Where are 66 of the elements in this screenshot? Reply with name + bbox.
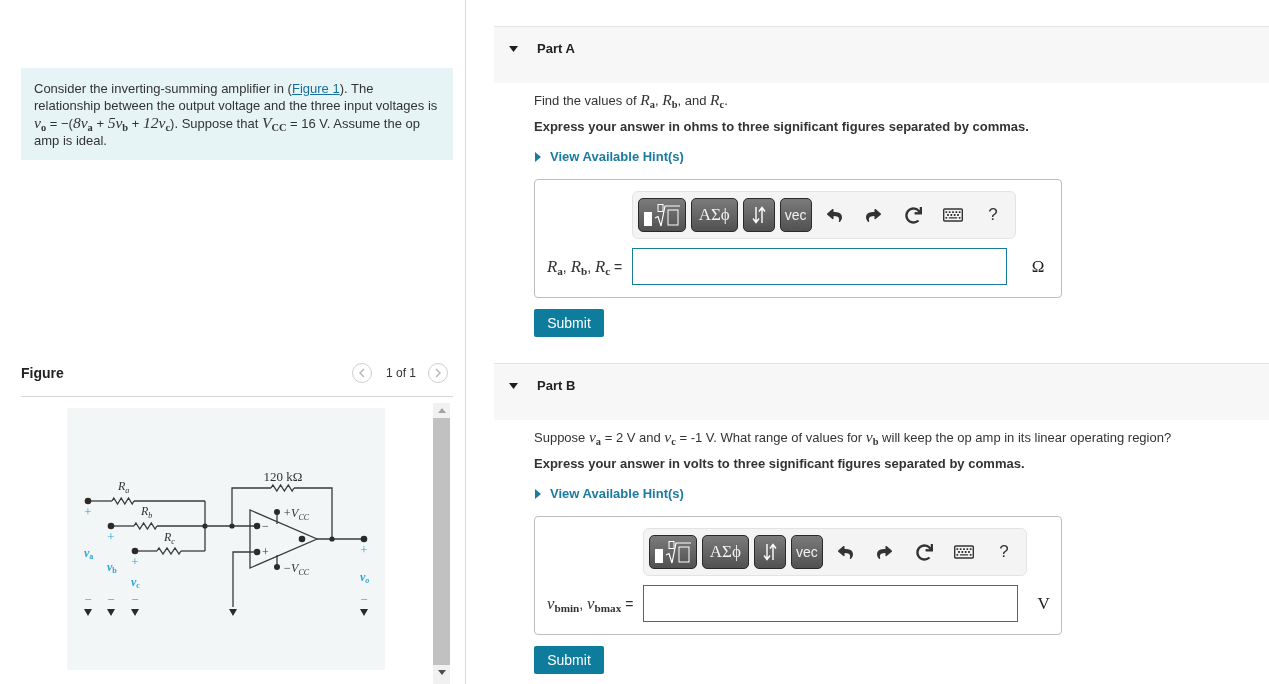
voltage-label: v$_{c}$ (131, 575, 140, 590)
templates-button[interactable] (649, 535, 697, 569)
pin-sign: + (262, 545, 269, 559)
supply-label: −V$_{CC}$ (283, 561, 310, 577)
resistor-label: R$_{b}$ (141, 504, 153, 520)
resistor-label: R$_{a}$ (118, 479, 130, 495)
polarity-sign: + (360, 542, 368, 557)
keyboard-icon (943, 205, 964, 225)
up-down-arrows-icon (751, 206, 766, 224)
scroll-down-icon (437, 670, 446, 675)
voltage-label: v$_{a}$ (84, 546, 94, 561)
pin-sign: − (262, 519, 269, 533)
undo-icon (837, 544, 853, 560)
chevron-left-icon (358, 368, 365, 378)
arrows-button[interactable] (742, 198, 775, 232)
hint-link[interactable]: View Available Hint(s) (534, 148, 684, 166)
polarity-sign: + (107, 529, 115, 544)
refresh-icon (904, 206, 922, 224)
polarity-sign: + (84, 504, 92, 519)
vector-button[interactable]: vec (790, 535, 823, 569)
part-header[interactable]: Part B (494, 363, 1269, 420)
refresh-icon (916, 543, 934, 561)
chevron-right-icon (435, 368, 441, 378)
vector-button[interactable]: vec (779, 198, 812, 232)
unit-label: V (1036, 593, 1051, 614)
redo-icon (866, 207, 882, 223)
polarity-sign: − (84, 592, 92, 607)
voltage-label: v$_{o}$ (360, 570, 370, 585)
unit-label: Ω (1030, 256, 1046, 277)
keyboard-icon (954, 542, 975, 562)
scroll-up-icon (437, 408, 446, 413)
undo-icon (826, 207, 842, 223)
polarity-sign: − (360, 592, 368, 607)
voltage-label: v$_{b}$ (107, 560, 117, 575)
templates-button[interactable] (638, 198, 686, 232)
resistance-label: 120 kΩ (263, 469, 303, 484)
supply-label: +V$_{CC}$ (283, 506, 310, 522)
help-button[interactable]: ? (986, 535, 1022, 569)
fraction-root-template-icon (642, 203, 681, 227)
submit-button[interactable]: Submit (534, 646, 604, 674)
figure-title: Figure (21, 365, 65, 381)
help-button[interactable]: ? (975, 198, 1011, 232)
polarity-sign: − (107, 592, 115, 607)
answer-label: R$_{a}$, R$_{b}$, R$_{c}$ = (547, 256, 623, 277)
submit-button[interactable]: Submit (534, 309, 604, 337)
arrows-button[interactable] (754, 535, 786, 569)
figure-link[interactable]: Figure 1 (291, 81, 340, 96)
symbols-button[interactable]: ΑΣϕ (690, 198, 738, 232)
answer-field[interactable] (643, 585, 1019, 622)
problem-text: Consider the inverting-summing amplifier in (Figure 1). The relationship between the output voltage and the three input voltages is v$_{o}$ = −(8v$_{a}$ + 5v$_{b}$ + 12v$_{c}$). Suppose that V$_{CC}$ = 16 V. Assume the op amp is ideal. (34, 80, 439, 149)
redo-icon (877, 544, 893, 560)
polarity-sign: + (131, 554, 139, 569)
hint-link[interactable]: View Available Hint(s) (534, 485, 684, 503)
polarity-sign: − (131, 592, 139, 607)
part-header[interactable]: Part A (494, 26, 1269, 83)
instruction-text: Express your answer in volts to three significant figures separated by commas. (534, 455, 1026, 473)
symbols-button[interactable]: ΑΣϕ (701, 535, 750, 569)
up-down-arrows-icon (762, 543, 777, 561)
instruction-text: Express your answer in ohms to three significant figures separated by commas. (534, 118, 1030, 136)
fraction-root-template-icon (654, 540, 693, 564)
question-text: Suppose v$_{a}$ = 2 V and v$_{c}$ = -1 V. What range of values for v$_{b}$ will keep the op amp in its linear operating region? (534, 428, 1173, 447)
page-counter: 1 of 1 (385, 366, 416, 380)
answer-field[interactable] (632, 248, 1008, 285)
resistor-label: R$_{c}$ (164, 530, 175, 546)
question-text: Find the values of R$_{a}$, R$_{b}$, and R$_{c}$. (534, 91, 729, 110)
answer-label: v$_{bmin}$, v$_{bmax}$ = (547, 593, 634, 614)
